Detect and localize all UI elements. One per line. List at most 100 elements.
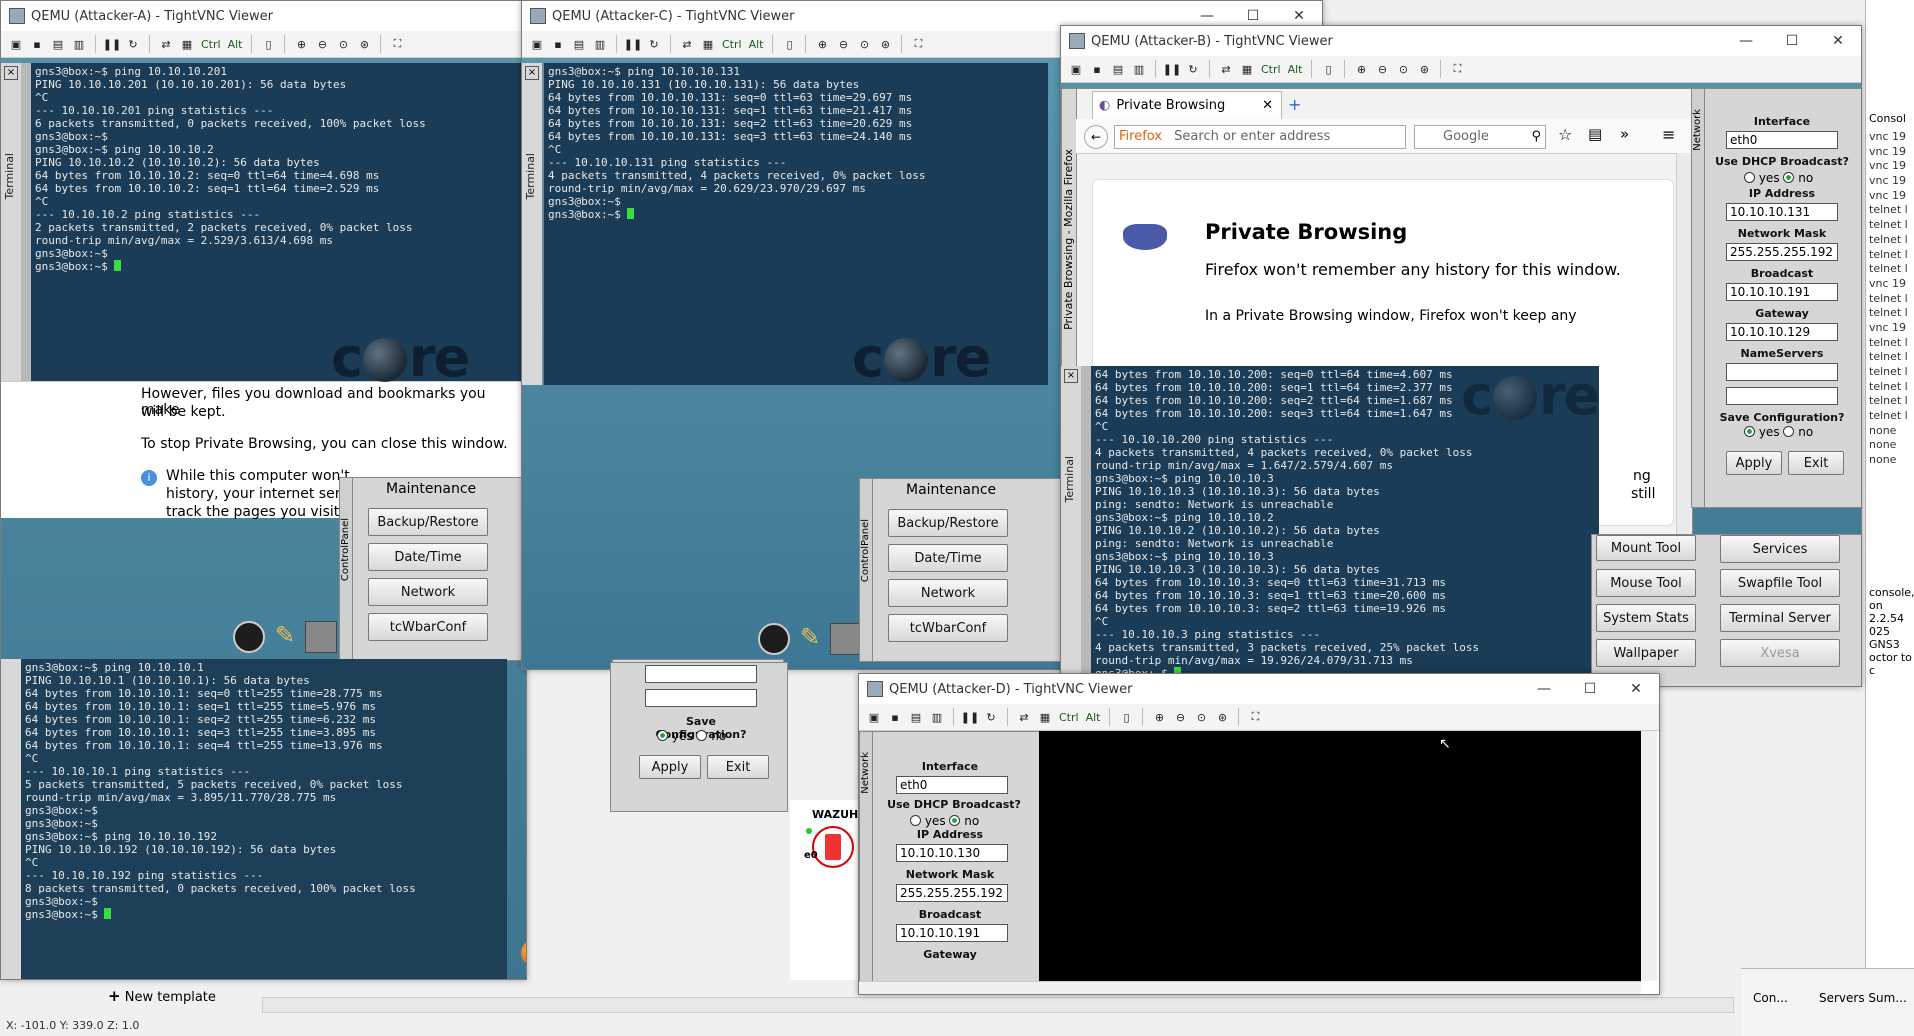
nameserver-input-1[interactable] bbox=[645, 665, 757, 683]
save-yes-radio[interactable] bbox=[1744, 426, 1755, 437]
console-item[interactable]: vnc 19 bbox=[1869, 159, 1908, 174]
save-icon[interactable]: ▪ bbox=[549, 35, 567, 53]
tab-console[interactable]: Con... bbox=[1753, 991, 1788, 1005]
network-button[interactable]: Network bbox=[368, 578, 488, 606]
tcwbarconf-button[interactable]: tcWbarConf bbox=[368, 613, 488, 641]
ctrl-key-button[interactable]: Ctrl bbox=[720, 35, 744, 53]
console-item[interactable]: telnet l bbox=[1869, 394, 1908, 409]
pause-icon[interactable]: ❚❚ bbox=[1163, 60, 1181, 78]
console-item[interactable]: telnet l bbox=[1869, 409, 1908, 424]
console-item[interactable]: vnc 19 bbox=[1869, 189, 1908, 204]
tab-private-browsing[interactable]: ◐ Private Browsing ✕ bbox=[1092, 91, 1282, 119]
save-icon[interactable]: ▪ bbox=[1088, 60, 1106, 78]
swapfile-tool-button[interactable]: Swapfile Tool bbox=[1720, 569, 1840, 597]
zoom-out-icon[interactable]: ⊖ bbox=[1373, 60, 1391, 78]
search-icon[interactable]: ⚲ bbox=[1531, 126, 1541, 148]
zoom-in-icon[interactable]: ⊕ bbox=[292, 35, 310, 53]
editor-icon[interactable]: ✎ bbox=[800, 623, 820, 653]
ctrl-key-button[interactable]: Ctrl bbox=[199, 35, 223, 53]
save-no-radio[interactable] bbox=[1783, 426, 1795, 437]
terminal-side-strip[interactable]: × Terminal bbox=[1061, 366, 1082, 686]
console-item[interactable]: telnet l bbox=[1869, 336, 1908, 351]
zoom-fit-icon[interactable]: ⊛ bbox=[1415, 60, 1433, 78]
dhcp-yes-radio[interactable] bbox=[910, 815, 921, 826]
minimize-button[interactable]: — bbox=[1521, 674, 1567, 704]
new-connection-icon[interactable]: ▣ bbox=[7, 35, 25, 53]
clipboard-icon[interactable]: ▯ bbox=[1117, 708, 1135, 726]
info-icon[interactable]: ▥ bbox=[928, 708, 946, 726]
ip-input[interactable]: 10.10.10.130 bbox=[896, 844, 1008, 862]
save-icon[interactable]: ▪ bbox=[886, 708, 904, 726]
control-panel-icon[interactable] bbox=[305, 621, 337, 653]
transfer-icon[interactable]: ⇄ bbox=[1217, 60, 1235, 78]
backup-restore-button[interactable]: Backup/Restore bbox=[888, 509, 1008, 537]
alt-key-button[interactable]: Alt bbox=[747, 35, 766, 53]
vertical-scrollbar[interactable] bbox=[1641, 731, 1657, 981]
maximize-button[interactable]: ☐ bbox=[1567, 674, 1613, 704]
network-button[interactable]: Network bbox=[888, 579, 1008, 607]
zoom-in-icon[interactable]: ⊕ bbox=[1352, 60, 1370, 78]
info-icon[interactable]: ▥ bbox=[591, 35, 609, 53]
fullscreen-icon[interactable]: ⛶ bbox=[1246, 708, 1264, 726]
dhcp-yes-radio[interactable] bbox=[1744, 172, 1755, 183]
titlebar-attacker-a[interactable]: QEMU (Attacker-A) - TightVNC Viewer bbox=[1, 1, 526, 31]
console-item[interactable]: telnet l bbox=[1869, 350, 1908, 365]
console-item[interactable]: telnet l bbox=[1869, 292, 1908, 307]
mount-tool-button[interactable]: Mount Tool bbox=[1596, 535, 1696, 561]
new-connection-icon[interactable]: ▣ bbox=[865, 708, 883, 726]
clipboard-icon[interactable]: ▯ bbox=[259, 35, 277, 53]
close-icon[interactable]: × bbox=[1064, 369, 1078, 383]
date-time-button[interactable]: Date/Time bbox=[368, 543, 488, 571]
zoom-in-icon[interactable]: ⊕ bbox=[1150, 708, 1168, 726]
reading-list-icon[interactable]: ▤ bbox=[1588, 125, 1602, 143]
mouse-tool-button[interactable]: Mouse Tool bbox=[1596, 569, 1696, 597]
broadcast-input[interactable]: 10.10.10.191 bbox=[1726, 283, 1838, 301]
console-item[interactable]: vnc 19 bbox=[1869, 145, 1908, 160]
gateway-input[interactable]: 10.10.10.129 bbox=[1726, 323, 1838, 341]
console-item[interactable]: telnet l bbox=[1869, 218, 1908, 233]
zoom-fit-icon[interactable]: ⊛ bbox=[355, 35, 373, 53]
fullscreen-icon[interactable]: ⛶ bbox=[388, 35, 406, 53]
save-icon[interactable]: ▪ bbox=[28, 35, 46, 53]
zoom-fit-icon[interactable]: ⊛ bbox=[876, 35, 894, 53]
xvesa-button[interactable]: Xvesa bbox=[1720, 639, 1840, 667]
ctrl-alt-del-icon[interactable]: ▦ bbox=[1238, 60, 1256, 78]
terminal-side-strip[interactable]: × Terminal bbox=[1, 63, 22, 381]
console-item[interactable]: vnc 19 bbox=[1869, 174, 1908, 189]
dhcp-no-radio[interactable] bbox=[949, 815, 961, 826]
clipboard-icon[interactable]: ▯ bbox=[780, 35, 798, 53]
interface-input[interactable]: eth0 bbox=[896, 776, 1008, 794]
close-icon[interactable]: × bbox=[525, 66, 539, 80]
close-button[interactable]: ✕ bbox=[1613, 674, 1659, 704]
system-stats-button[interactable]: System Stats bbox=[1596, 604, 1696, 632]
menu-icon[interactable]: ≡ bbox=[1662, 125, 1675, 144]
wallpaper-button[interactable]: Wallpaper bbox=[1596, 639, 1696, 667]
power-icon[interactable] bbox=[758, 623, 790, 655]
transfer-icon[interactable]: ⇄ bbox=[157, 35, 175, 53]
mask-input[interactable]: 255.255.255.192 bbox=[896, 884, 1008, 902]
apply-button[interactable]: Apply bbox=[1726, 451, 1782, 475]
console-item[interactable]: telnet l bbox=[1869, 248, 1908, 263]
console-item[interactable]: none bbox=[1869, 453, 1908, 468]
broadcast-input[interactable]: 10.10.10.191 bbox=[896, 924, 1008, 942]
ctrl-key-button[interactable]: Ctrl bbox=[1057, 708, 1081, 726]
options-icon[interactable]: ▤ bbox=[49, 35, 67, 53]
new-connection-icon[interactable]: ▣ bbox=[1067, 60, 1085, 78]
nameserver-input-2[interactable] bbox=[645, 689, 757, 707]
horizontal-scrollbar[interactable] bbox=[262, 997, 1734, 1013]
ctrl-alt-del-icon[interactable]: ▦ bbox=[699, 35, 717, 53]
zoom-100-icon[interactable]: ⊙ bbox=[855, 35, 873, 53]
mask-input[interactable]: 255.255.255.192 bbox=[1726, 243, 1838, 261]
ctrl-key-button[interactable]: Ctrl bbox=[1259, 60, 1283, 78]
nameserver-input-2[interactable] bbox=[1726, 387, 1838, 405]
options-icon[interactable]: ▤ bbox=[1109, 60, 1127, 78]
refresh-icon[interactable]: ↻ bbox=[124, 35, 142, 53]
tab-close-icon[interactable]: ✕ bbox=[1262, 98, 1273, 113]
horizontal-scrollbar[interactable] bbox=[859, 981, 1641, 994]
search-bar[interactable]: Google ⚲ bbox=[1414, 125, 1546, 149]
fullscreen-icon[interactable]: ⛶ bbox=[909, 35, 927, 53]
zoom-out-icon[interactable]: ⊖ bbox=[1171, 708, 1189, 726]
refresh-icon[interactable]: ↻ bbox=[645, 35, 663, 53]
alt-key-button[interactable]: Alt bbox=[226, 35, 245, 53]
tcwbarconf-button[interactable]: tcWbarConf bbox=[888, 614, 1008, 642]
